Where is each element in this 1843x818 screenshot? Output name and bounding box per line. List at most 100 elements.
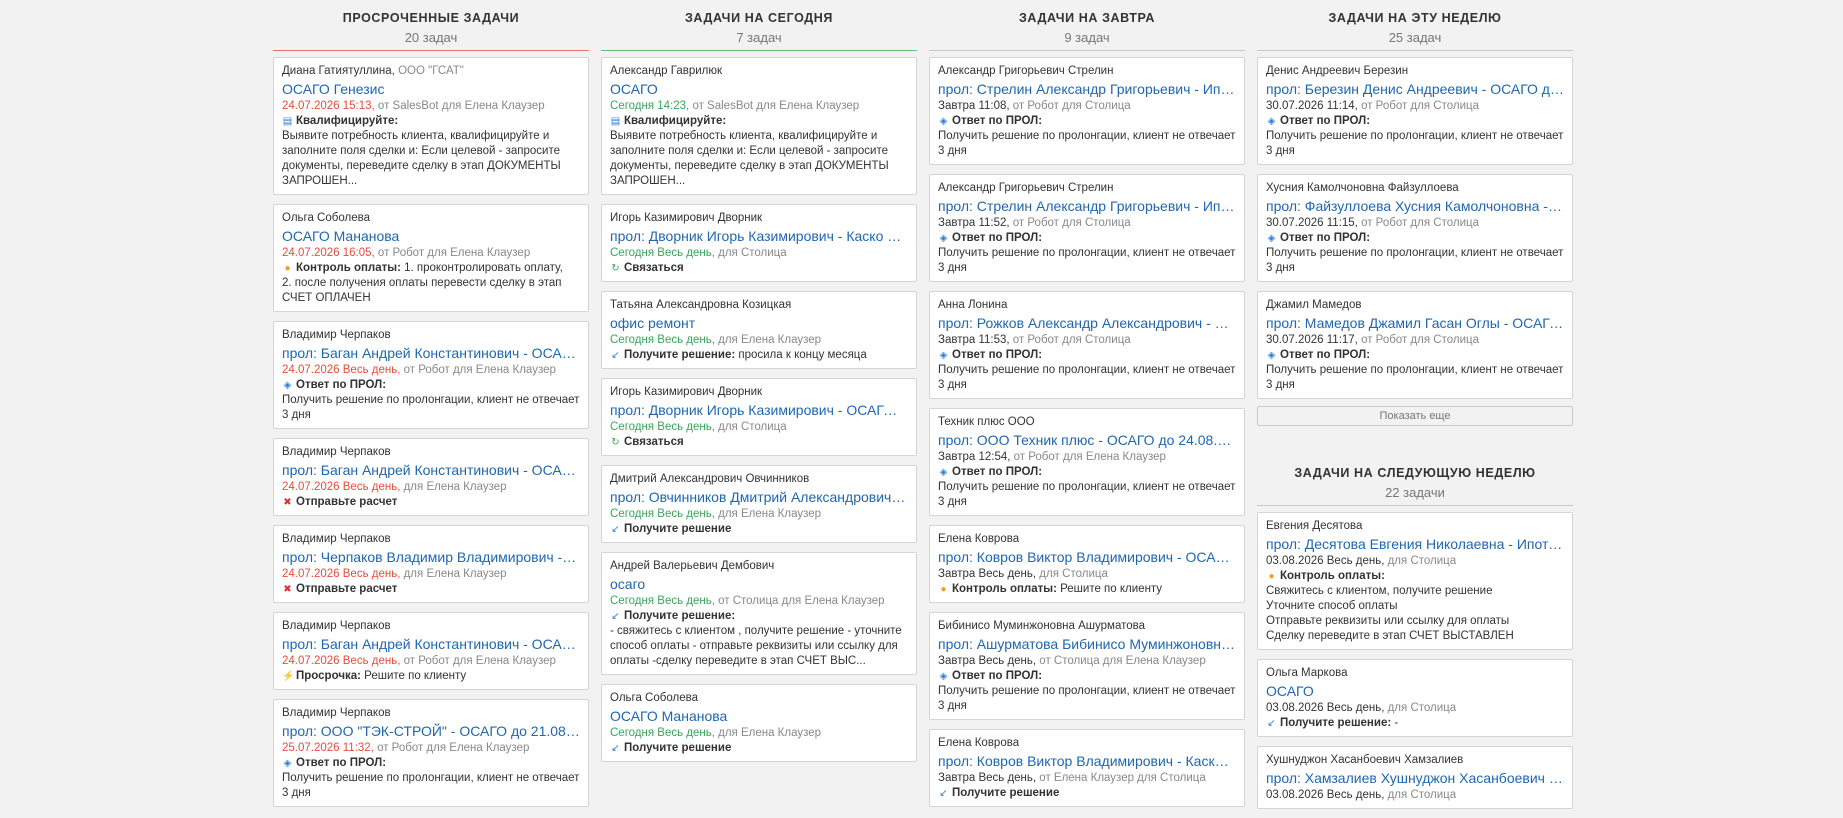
task-responsible[interactable]: Диана Гатиятуллина, ООО "ГСАТ" [282,64,580,78]
responsible-name[interactable]: Владимир Черпаков [282,620,391,632]
task-card[interactable]: Елена Коврова прол: Ковров Виктор Владими… [929,729,1245,807]
responsible-name[interactable]: Ольга Соболева [282,212,370,224]
task-card[interactable]: Диана Гатиятуллина, ООО "ГСАТ" ОСАГО Гене… [273,57,589,195]
responsible-name[interactable]: Александр Гаврилюк [610,65,722,77]
task-title-link[interactable]: прол: Ковров Виктор Владимирович - Каско… [938,752,1236,771]
responsible-name[interactable]: Александр Григорьевич Стрелин [938,182,1113,194]
show-more-button[interactable]: Показать еще [1257,406,1573,426]
task-title-link[interactable]: офис ремонт [610,314,908,333]
task-title-link[interactable]: прол: Хамзалиев Хушнуджон Хасанбоевич - … [1266,769,1564,788]
task-card[interactable]: Денис Андреевич Березин прол: Березин Ден… [1257,57,1573,165]
task-title-link[interactable]: ОСАГО Мананова [282,227,580,246]
task-card[interactable]: Игорь Казимирович Дворник прол: Дворник И… [601,378,917,456]
responsible-name[interactable]: Андрей Валерьевич Дембович [610,560,774,572]
task-card[interactable]: Александр Гаврилюк ОСАГО Сегодня 14:23, от… [601,57,917,195]
task-title-link[interactable]: прол: Рожков Александр Александрович - И… [938,314,1236,333]
task-title-link[interactable]: ОСАГО [1266,682,1564,701]
task-card[interactable]: Техник плюс ООО прол: ООО Техник плюс - О… [929,408,1245,516]
task-responsible[interactable]: Дмитрий Александрович Овчинников [610,472,908,486]
task-title-link[interactable]: прол: Черпаков Владимир Владимирович - О… [282,548,580,567]
task-responsible[interactable]: Игорь Казимирович Дворник [610,211,908,225]
task-title-link[interactable]: прол: Баган Андрей Константинович - ОСАГ… [282,344,580,363]
responsible-name[interactable]: Игорь Казимирович Дворник [610,212,762,224]
task-responsible[interactable]: Анна Лонина [938,298,1236,312]
task-responsible[interactable]: Игорь Казимирович Дворник [610,385,908,399]
task-title-link[interactable]: прол: Стрелин Александр Григорьевич - Ип… [938,197,1236,216]
task-responsible[interactable]: Владимир Черпаков [282,706,580,720]
responsible-name[interactable]: Владимир Черпаков [282,707,391,719]
responsible-name[interactable]: Джамил Мамедов [1266,299,1361,311]
task-title-link[interactable]: прол: Десятова Евгения Николаевна - Ипот… [1266,535,1564,554]
task-responsible[interactable]: Елена Коврова [938,532,1236,546]
task-card[interactable]: Ольга Маркова ОСАГО 03.08.2026 Весь день, … [1257,659,1573,737]
task-card[interactable]: Владимир Черпаков прол: Баган Андрей Конс… [273,438,589,516]
task-responsible[interactable]: Ольга Соболева [610,691,908,705]
task-card[interactable]: Джамил Мамедов прол: Мамедов Джамил Гасан… [1257,291,1573,399]
responsible-name[interactable]: Игорь Казимирович Дворник [610,386,762,398]
task-responsible[interactable]: Хушнуджон Хасанбоевич Хамзалиев [1266,753,1564,767]
task-title-link[interactable]: ОСАГО [610,80,908,99]
responsible-name[interactable]: Техник плюс ООО [938,416,1035,428]
task-title-link[interactable]: прол: ООО Техник плюс - ОСАГО до 24.08.2… [938,431,1236,450]
task-title-link[interactable]: прол: Овчинников Дмитрий Александрович -… [610,488,908,507]
task-card[interactable]: Татьяна Александровна Козицкая офис ремон… [601,291,917,369]
task-card[interactable]: Хушнуджон Хасанбоевич Хамзалиев прол: Хам… [1257,746,1573,809]
task-responsible[interactable]: Елена Коврова [938,736,1236,750]
task-responsible[interactable]: Бибинисо Муминжоновна Ашурматова [938,619,1236,633]
task-card[interactable]: Анна Лонина прол: Рожков Александр Алекса… [929,291,1245,399]
task-responsible[interactable]: Владимир Черпаков [282,445,580,459]
task-title-link[interactable]: ОСАГО Генезис [282,80,580,99]
responsible-name[interactable]: Анна Лонина [938,299,1007,311]
task-responsible[interactable]: Владимир Черпаков [282,619,580,633]
task-responsible[interactable]: Татьяна Александровна Козицкая [610,298,908,312]
responsible-name[interactable]: Владимир Черпаков [282,329,391,341]
responsible-name[interactable]: Владимир Черпаков [282,533,391,545]
task-card[interactable]: Андрей Валерьевич Дембович осаго Сегодня В… [601,552,917,675]
task-title-link[interactable]: ОСАГО Мананова [610,707,908,726]
responsible-name[interactable]: Елена Коврова [938,533,1019,545]
task-title-link[interactable]: прол: Баган Андрей Константинович - ОСАГ… [282,635,580,654]
task-card[interactable]: Дмитрий Александрович Овчинников прол: Ов… [601,465,917,543]
task-responsible[interactable]: Владимир Черпаков [282,328,580,342]
task-title-link[interactable]: прол: ООО "ТЭК-СТРОЙ" - ОСАГО до 21.08.2… [282,722,580,741]
task-responsible[interactable]: Ольга Соболева [282,211,580,225]
task-title-link[interactable]: прол: Березин Денис Андреевич - ОСАГО до… [1266,80,1564,99]
responsible-name[interactable]: Елена Коврова [938,737,1019,749]
responsible-name[interactable]: Ольга Соболева [610,692,698,704]
task-title-link[interactable]: прол: Баган Андрей Константинович - ОСАГ… [282,461,580,480]
task-title-link[interactable]: прол: Стрелин Александр Григорьевич - Ип… [938,80,1236,99]
task-card[interactable]: Хусния Камолчоновна Файзуллоева прол: Фай… [1257,174,1573,282]
task-title-link[interactable]: прол: Ашурматова Бибинисо Муминжоновна -… [938,635,1236,654]
task-title-link[interactable]: прол: Дворник Игорь Казимирович - ОСАГО … [610,401,908,420]
task-card[interactable]: Владимир Черпаков прол: Баган Андрей Конс… [273,321,589,429]
task-title-link[interactable]: прол: Мамедов Джамил Гасан Оглы - ОСАГО … [1266,314,1564,333]
task-card[interactable]: Ольга Соболева ОСАГО Мананова Сегодня Весь… [601,684,917,762]
task-title-link[interactable]: прол: Файзуллоева Хусния Камолчоновна - … [1266,197,1564,216]
responsible-name[interactable]: Денис Андреевич Березин [1266,65,1408,77]
task-responsible[interactable]: Денис Андреевич Березин [1266,64,1564,78]
task-responsible[interactable]: Ольга Маркова [1266,666,1564,680]
task-title-link[interactable]: прол: Ковров Виктор Владимирович - ОСАГО… [938,548,1236,567]
task-card[interactable]: Ольга Соболева ОСАГО Мананова 24.07.2026 1… [273,204,589,312]
responsible-name[interactable]: Хусния Камолчоновна Файзуллоева [1266,182,1459,194]
task-card[interactable]: Игорь Казимирович Дворник прол: Дворник И… [601,204,917,282]
responsible-name[interactable]: Ольга Маркова [1266,667,1347,679]
responsible-name[interactable]: Татьяна Александровна Козицкая [610,299,791,311]
task-title-link[interactable]: осаго [610,575,908,594]
task-responsible[interactable]: Александр Гаврилюк [610,64,908,78]
task-card[interactable]: Александр Григорьевич Стрелин прол: Стрел… [929,174,1245,282]
responsible-name[interactable]: Евгения Десятова [1266,520,1362,532]
responsible-name[interactable]: Бибинисо Муминжоновна Ашурматова [938,620,1145,632]
responsible-name[interactable]: Дмитрий Александрович Овчинников [610,473,809,485]
task-responsible[interactable]: Андрей Валерьевич Дембович [610,559,908,573]
task-card[interactable]: Владимир Черпаков прол: Черпаков Владимир… [273,525,589,603]
task-card[interactable]: Владимир Черпаков прол: Баган Андрей Конс… [273,612,589,690]
responsible-name[interactable]: Хушнуджон Хасанбоевич Хамзалиев [1266,754,1463,766]
task-responsible[interactable]: Евгения Десятова [1266,519,1564,533]
task-card[interactable]: Елена Коврова прол: Ковров Виктор Владими… [929,525,1245,603]
responsible-name[interactable]: Владимир Черпаков [282,446,391,458]
task-responsible[interactable]: Александр Григорьевич Стрелин [938,181,1236,195]
task-responsible[interactable]: Техник плюс ООО [938,415,1236,429]
task-card[interactable]: Александр Григорьевич Стрелин прол: Стрел… [929,57,1245,165]
task-responsible[interactable]: Александр Григорьевич Стрелин [938,64,1236,78]
